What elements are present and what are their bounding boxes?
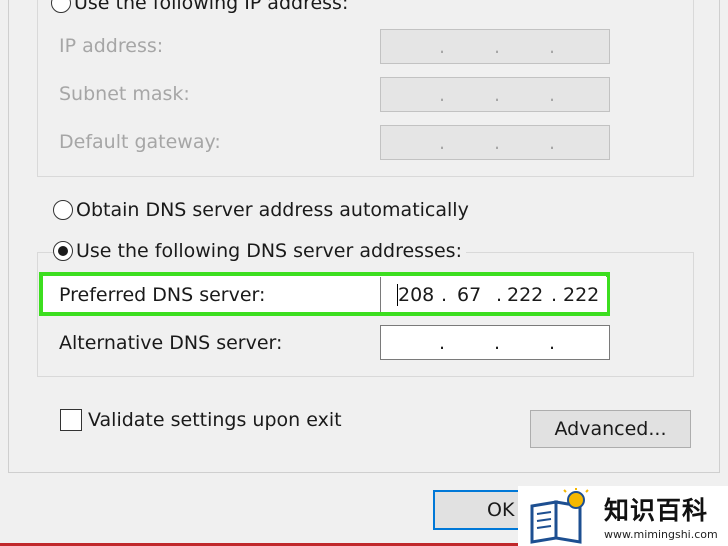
validate-checkbox[interactable] — [60, 409, 82, 431]
preferred-dns-octet-4: 222 — [563, 284, 600, 306]
watermark-title: 知识百科 — [604, 496, 709, 525]
watermark-logo: 知识百科 www.mimingshi.com — [518, 486, 728, 546]
preferred-dns-field[interactable]: 208 . 67 . 222 . 222 — [380, 277, 607, 312]
subnet-mask-label: Subnet mask: — [59, 83, 190, 105]
preferred-dns-label: Preferred DNS server: — [59, 284, 266, 306]
book-lightbulb-icon — [530, 488, 589, 544]
radio-unselected-icon — [51, 0, 71, 13]
obtain-dns-auto-radio[interactable]: Obtain DNS server address automatically — [53, 199, 473, 221]
use-following-dns-radio[interactable]: Use the following DNS server addresses: — [53, 240, 466, 262]
advanced-button[interactable]: Advanced... — [530, 410, 691, 448]
radio-selected-icon — [53, 241, 73, 261]
use-following-ip-radio[interactable]: Use the following IP address: — [51, 0, 353, 14]
default-gateway-field[interactable]: . . . — [380, 125, 610, 160]
watermark-url: www.mimingshi.com — [604, 528, 718, 541]
use-following-dns-label: Use the following DNS server addresses: — [76, 240, 462, 262]
validate-label[interactable]: Validate settings upon exit — [88, 409, 342, 431]
obtain-dns-auto-label: Obtain DNS server address automatically — [76, 199, 469, 221]
preferred-dns-octet-3: 222 — [507, 284, 544, 306]
alternative-dns-label: Alternative DNS server: — [59, 332, 283, 354]
default-gateway-label: Default gateway: — [59, 131, 221, 153]
use-following-ip-label: Use the following IP address: — [74, 0, 349, 14]
ip-address-field[interactable]: . . . — [380, 29, 610, 64]
alternative-dns-field[interactable]: . . . — [380, 325, 610, 360]
subnet-mask-field[interactable]: . . . — [380, 77, 610, 112]
ip-address-label: IP address: — [59, 35, 164, 57]
radio-unselected-icon — [53, 200, 73, 220]
preferred-dns-octet-2: 67 — [457, 284, 482, 306]
preferred-dns-octet-1: 208 — [398, 284, 435, 306]
